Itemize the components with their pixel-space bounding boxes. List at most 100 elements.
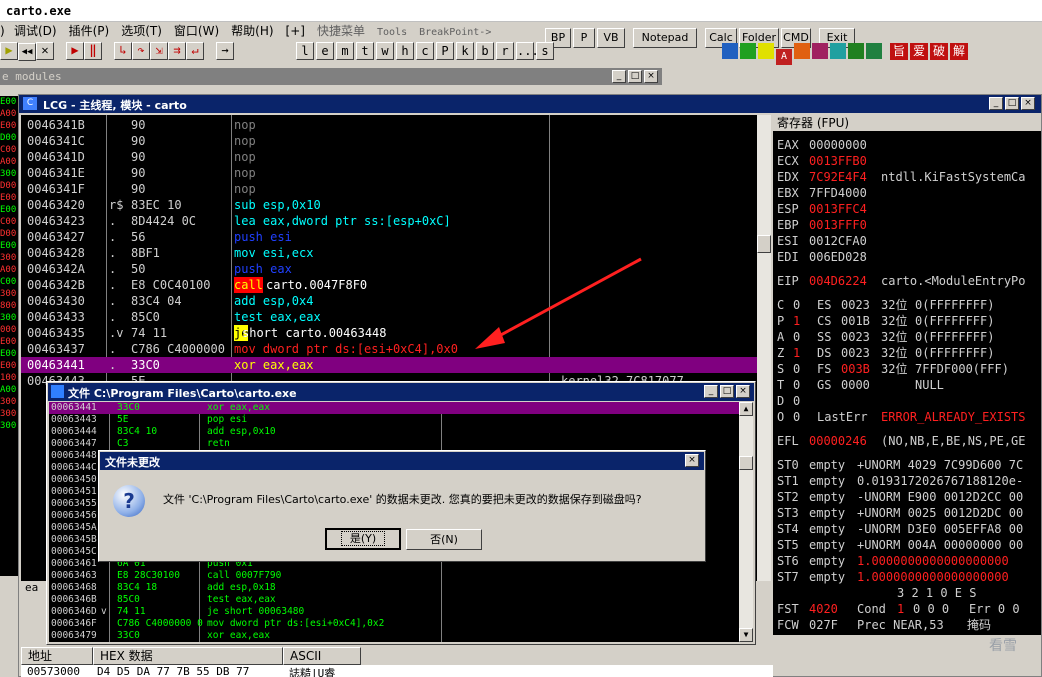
disasm-hex: 90 (131, 150, 146, 164)
menu-item[interactable]: [+] (286, 24, 305, 38)
window-button-t[interactable]: t (356, 42, 374, 60)
plugin-icon-3[interactable] (758, 43, 774, 59)
file-disasm-row[interactable]: 00063463 E8 28C30100 call 0007F790 (49, 570, 739, 582)
window-button-l[interactable]: l (296, 42, 314, 60)
window-button-k[interactable]: k (456, 42, 474, 60)
dump-col-ascii[interactable]: ASCII (283, 647, 361, 665)
plugin-cjk-icon[interactable]: 旨 (890, 43, 909, 60)
window-button-P[interactable]: P (436, 42, 454, 60)
dialog-no-button[interactable]: 否(N) (406, 529, 482, 550)
modules-minimize-button[interactable]: _ (612, 70, 626, 83)
modules-title-bar[interactable]: e modules _ □ × (0, 68, 662, 85)
disasm-marker: . (109, 294, 117, 308)
file-close-button[interactable]: × (736, 385, 750, 398)
app-title-bar[interactable]: carto.exe (0, 0, 1042, 22)
plugin-icon-2[interactable] (740, 43, 756, 59)
menu-item[interactable]: 帮助(H) (231, 24, 273, 38)
pause-icon[interactable]: ‖ (84, 42, 102, 60)
cpu-close-button[interactable]: × (1021, 97, 1035, 110)
menu-item[interactable]: 调试(D) (14, 24, 57, 38)
plugin-icon-8[interactable] (848, 43, 864, 59)
file-disasm-row[interactable]: 00063479 33C0 xor eax,eax (49, 630, 739, 642)
plugin-icon-5[interactable] (794, 43, 810, 59)
file-minimize-button[interactable]: _ (704, 385, 718, 398)
fpu-register-name: ST3 (777, 506, 799, 520)
file-disasm-row[interactable]: 0006346B 85C0 test eax,eax (49, 594, 739, 606)
disasm-row[interactable]: 0046341D 90 nop (21, 149, 757, 165)
goto-icon[interactable]: → (216, 42, 234, 60)
modules-window: e modules _ □ × (0, 68, 662, 96)
plugin-cjk-icon[interactable]: 解 (950, 43, 969, 60)
cpu-title-bar[interactable]: C LCG - 主线程, 模块 - carto _ □ × (19, 95, 1041, 113)
menu-item[interactable]: BreakPoint-> (419, 27, 491, 38)
plugin-cjk-icon[interactable]: 破 (930, 43, 949, 60)
registers-pane[interactable]: 寄存器 (FPU) EAX 00000000 ECX 0013FFB0 EDX 7C92E… (773, 115, 1041, 635)
trace-over-icon[interactable]: ⇉ (168, 42, 186, 60)
execute-till-return-icon[interactable]: ↵ (186, 42, 204, 60)
menu-item[interactable]: 快捷菜单 (317, 24, 365, 38)
module-address-fragment: 000 (0, 325, 17, 335)
file-address: 00063468 (51, 582, 97, 593)
file-disasm-row[interactable]: 00063444 83C4 10 add esp,0x10 (49, 426, 739, 438)
window-letter-buttons: l e m t w h c Pk b r... s (296, 42, 556, 60)
step-over-icon[interactable]: ↷ (132, 42, 150, 60)
window-button-w[interactable]: w (376, 42, 394, 60)
flag-name: D (777, 394, 785, 408)
plugin-icon-7[interactable] (830, 43, 846, 59)
window-button-e[interactable]: e (316, 42, 334, 60)
fpu-register-name: ST1 (777, 474, 799, 488)
window-button-more[interactable]: ... (516, 42, 539, 60)
window-button-r[interactable]: r (496, 42, 514, 60)
menu-item[interactable]: 选项(T) (121, 24, 162, 38)
dialog-yes-button[interactable]: 是(Y) (325, 528, 401, 550)
disasm-row[interactable]: 00463423. 8D4424 0C lea eax,dword ptr ss:[… (21, 213, 757, 229)
disassembly-scrollbar[interactable] (757, 115, 771, 581)
close-icon[interactable]: ✕ (36, 42, 54, 60)
file-disasm-row[interactable]: 0006346F C786 C4000000 0 mov dword ptr ds:… (49, 618, 739, 630)
window-button-c[interactable]: c (416, 42, 434, 60)
file-disasm-row[interactable]: 00063447 C3 retn (49, 438, 739, 450)
plugin-icon-4[interactable]: A (776, 49, 792, 65)
cpu-minimize-button[interactable]: _ (989, 97, 1003, 110)
run-icon[interactable]: ▶ (66, 42, 84, 60)
file-window-title-bar[interactable]: 文件 C:\Program Files\Carto\carto.exe _ □ … (48, 383, 754, 401)
plugin-icon-9[interactable] (866, 43, 882, 59)
window-button-h[interactable]: h (396, 42, 414, 60)
disasm-row[interactable]: 0046341E 90 nop (21, 165, 757, 181)
step-into-icon[interactable]: ↳ (114, 42, 132, 60)
cpu-maximize-button[interactable]: □ (1005, 97, 1019, 110)
rewind-icon[interactable]: ◀◀ (18, 43, 36, 61)
dump-col-address[interactable]: 地址 (21, 647, 93, 665)
window-button-b[interactable]: b (476, 42, 494, 60)
disasm-row[interactable]: 00463441. 33C0 xor eax,eax (21, 357, 757, 373)
file-scrollbar[interactable]: ▲ ▼ (739, 402, 753, 642)
window-button-m[interactable]: m (336, 42, 354, 60)
plugin-icon-1[interactable] (722, 43, 738, 59)
plugin-cjk-icon[interactable]: 爱 (910, 43, 929, 60)
dump-col-hex[interactable]: HEX 数据 (93, 647, 283, 665)
file-disasm-row[interactable]: 00063468 83C4 18 add esp,0x18 (49, 582, 739, 594)
disasm-row[interactable]: 00463427. 56 push esi (21, 229, 757, 245)
menu-item[interactable]: Tools (377, 27, 407, 38)
file-disasm-row[interactable]: 0006346D v 74 11 je short 00063480 (49, 606, 739, 618)
menu-item[interactable]: 窗口(W) (174, 24, 219, 38)
window-button-s[interactable]: s (536, 42, 554, 60)
disasm-row[interactable]: 00463420 r$ 83EC 10 sub esp,0x10 (21, 197, 757, 213)
disasm-row[interactable]: 0046341C 90 nop (21, 133, 757, 149)
modules-maximize-button[interactable]: □ (628, 70, 642, 83)
open-icon[interactable]: ▶ (0, 42, 18, 60)
dialog-close-button[interactable]: × (685, 454, 699, 467)
plugin-icon-6[interactable] (812, 43, 828, 59)
disasm-instruction: test eax,eax (234, 310, 321, 324)
dialog-title-bar[interactable]: 文件未更改 × (100, 452, 704, 470)
trace-into-icon[interactable]: ⇲ (150, 42, 168, 60)
disasm-row[interactable]: 0046341F 90 nop (21, 181, 757, 197)
menu-partial[interactable]: ) (0, 22, 5, 40)
modules-close-button[interactable]: × (644, 70, 658, 83)
file-disasm-row[interactable]: 00063443 5E pop esi (49, 414, 739, 426)
file-disasm-row[interactable]: 00063441 33C0 xor eax,eax (49, 402, 739, 414)
menu-item[interactable]: 插件(P) (69, 24, 110, 38)
file-maximize-button[interactable]: □ (720, 385, 734, 398)
disasm-row[interactable]: 0046341B 90 nop (21, 117, 757, 133)
register-value: 00000000 (809, 138, 867, 152)
